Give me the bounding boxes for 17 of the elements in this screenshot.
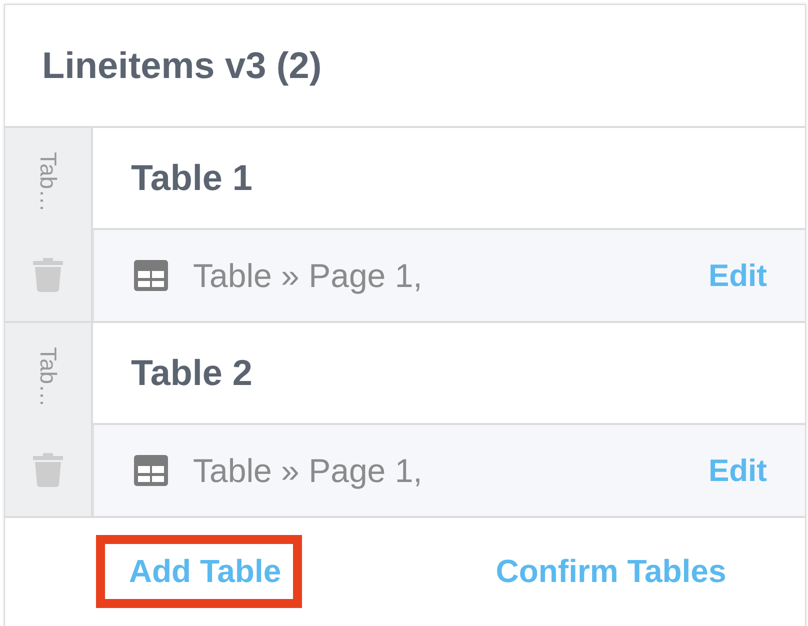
trash-icon[interactable] — [33, 452, 63, 486]
table-name: Table 2 — [131, 352, 252, 394]
add-table-button[interactable]: Add Table — [96, 535, 302, 608]
panel-title: Lineitems v3 (2) — [42, 44, 322, 86]
trash-icon[interactable] — [33, 258, 63, 292]
side-handle[interactable]: Tab… — [5, 128, 93, 321]
source-text: Table » Page 1, — [193, 256, 424, 294]
edit-link[interactable]: Edit — [708, 452, 767, 488]
side-label: Tab… — [36, 347, 60, 408]
side-label: Tab… — [36, 152, 60, 212]
side-handle[interactable]: Tab… — [5, 323, 93, 516]
table-name: Table 1 — [131, 157, 252, 199]
edit-link[interactable]: Edit — [708, 258, 767, 294]
table-icon — [134, 260, 168, 291]
confirm-tables-button[interactable]: Confirm Tables — [462, 535, 748, 608]
source-text: Table » Page 1, — [193, 452, 424, 490]
table-icon — [134, 455, 168, 486]
